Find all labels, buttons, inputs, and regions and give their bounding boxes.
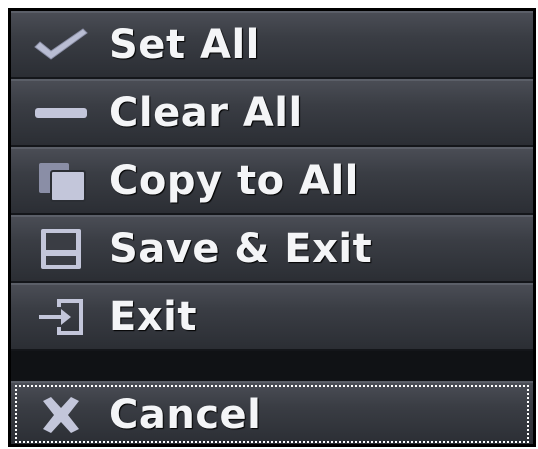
menu-item-clear-all[interactable]: Clear All <box>11 79 533 147</box>
save-icon <box>29 225 93 273</box>
menu-item-copy-to-all[interactable]: Copy to All <box>11 147 533 215</box>
exit-icon <box>29 293 93 341</box>
menu-item-label: Save & Exit <box>109 226 373 272</box>
menu-item-exit[interactable]: Exit <box>11 283 533 351</box>
menu-item-set-all[interactable]: Set All <box>11 11 533 79</box>
menu-item-cancel[interactable]: Cancel <box>11 381 533 444</box>
menu-item-label: Copy to All <box>109 158 359 204</box>
minus-icon <box>29 89 93 137</box>
x-icon <box>29 391 93 439</box>
checkmark-icon <box>29 21 93 69</box>
menu-item-save-exit[interactable]: Save & Exit <box>11 215 533 283</box>
menu-item-label: Exit <box>109 294 197 340</box>
menu-item-label: Clear All <box>109 90 303 136</box>
menu-item-label: Set All <box>109 22 260 68</box>
menu-item-label: Cancel <box>109 392 262 438</box>
copy-icon <box>29 157 93 205</box>
context-menu: Set All Clear All Copy to All Save & Exi… <box>8 8 536 447</box>
